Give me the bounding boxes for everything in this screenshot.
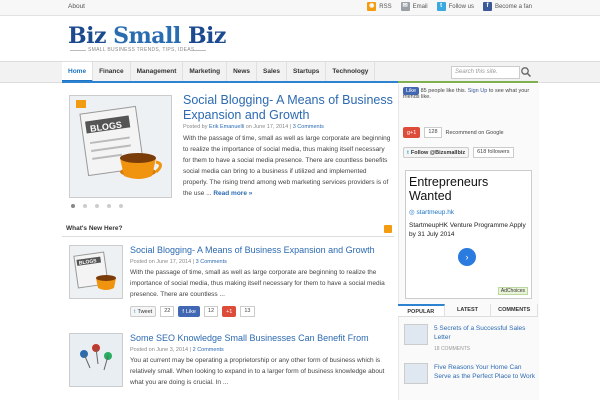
tweet-count: 22 (160, 306, 175, 317)
post-meta: Posted on June 17, 2014 | 3 Comments (130, 259, 227, 265)
nav-news[interactable]: News (227, 62, 258, 82)
follow-link[interactable]: t Follow us (436, 2, 474, 11)
sidebar-tabs: POPULAR LATEST COMMENTS (398, 304, 539, 317)
main-nav: Home Finance Management Marketing News S… (0, 61, 600, 83)
twitter-icon: t (407, 149, 409, 156)
top-bar: About ◉ RSS ✉ Email t Follow us f Become a f… (0, 0, 600, 16)
search-icon[interactable] (520, 66, 532, 78)
featured-meta: Posted by Erik Emanuelli on June 17, 201… (183, 124, 324, 130)
author-link[interactable]: Erik Emanuelli (209, 124, 244, 130)
like-button[interactable]: f Like (178, 306, 200, 317)
slider-dot[interactable] (83, 204, 87, 208)
site-header: Biz Small Biz SMALL BUSINESS TRENDS, TIP… (0, 16, 600, 61)
slider-dot[interactable] (107, 204, 111, 208)
tab-latest[interactable]: LATEST (445, 304, 492, 316)
facebook-widget: Like 85 people like this. Sign Up to see… (403, 87, 530, 100)
nav-sales[interactable]: Sales (257, 62, 288, 82)
post-title[interactable]: Some SEO Knowledge Small Businesses Can … (130, 333, 392, 343)
post-title[interactable]: Social Blogging- A Means of Business Exp… (130, 245, 392, 255)
about-link[interactable]: About (68, 3, 85, 10)
nav-technology[interactable]: Technology (326, 62, 376, 82)
nav-finance[interactable]: Finance (93, 62, 131, 82)
rss-icon[interactable] (384, 225, 392, 233)
search-input[interactable]: Search this site. (451, 66, 520, 79)
whats-new-header: What's New Here? (62, 222, 394, 237)
blogs-newspaper-icon: BLOGS (76, 100, 162, 179)
share-bar: t Tweet 22 f Like 12 +1 13 (130, 306, 255, 317)
slider-dot[interactable] (71, 204, 75, 208)
blogs-newspaper-icon: BLOGS (73, 251, 116, 290)
like-count: 12 (203, 306, 219, 317)
ad-url: ◎ startmeup.hk (409, 209, 455, 216)
fb-signup-link[interactable]: Sign Up (468, 88, 488, 94)
nav-marketing[interactable]: Marketing (183, 62, 228, 82)
popular-thumbnail[interactable] (404, 363, 428, 384)
globe-icon: ◎ (409, 209, 415, 216)
post-excerpt: With the passage of time, small as well … (130, 269, 385, 298)
ad-choices-badge[interactable]: AdChoices (497, 287, 528, 295)
slider-dots (71, 204, 123, 208)
read-more-link[interactable]: Read more » (213, 190, 252, 197)
facebook-icon: f (182, 308, 184, 315)
plus-count: 13 (240, 306, 255, 317)
popular-title[interactable]: Five Reasons Your Home Can Serve as the … (434, 363, 538, 381)
nav-underline (62, 81, 398, 83)
site-tagline: SMALL BUSINESS TRENDS, TIPS, IDEAS (88, 47, 195, 53)
email-link[interactable]: ✉ Email (400, 2, 428, 11)
facebook-icon: f (482, 2, 492, 11)
tweet-button[interactable]: t Tweet (130, 306, 157, 317)
comments-link[interactable]: 3 Comments (196, 259, 227, 265)
rss-link[interactable]: ◉ RSS (367, 2, 392, 11)
rss-icon: ◉ (367, 2, 377, 11)
ad-title: Entrepreneurs Wanted (409, 175, 489, 203)
twitter-follow-button[interactable]: t Follow @Bizsmallbiz (403, 147, 470, 158)
featured-image[interactable]: BLOGS (69, 95, 172, 198)
sidebar-underline (398, 81, 538, 83)
comments-link[interactable]: 2 Comments (193, 347, 224, 353)
nav-items: Home Finance Management Marketing News S… (62, 62, 376, 82)
nav-home[interactable]: Home (62, 62, 94, 82)
post-thumbnail[interactable] (69, 333, 123, 387)
tab-comments[interactable]: COMMENTS (491, 304, 539, 316)
slider-dot[interactable] (95, 204, 99, 208)
tagline-rule-left (70, 50, 86, 51)
popular-title[interactable]: 5 Secrets of a Successful Sales Letter (434, 324, 538, 342)
plus-one-button[interactable]: +1 (222, 306, 237, 317)
tab-popular[interactable]: POPULAR (398, 304, 445, 316)
gplus-button[interactable]: g+1 (403, 127, 421, 138)
arrow-right-icon[interactable]: › (458, 248, 476, 266)
post-meta: Posted on June 3, 2014 | 2 Comments (130, 347, 224, 353)
twitter-widget: t Follow @Bizsmallbiz 618 followers (403, 147, 537, 158)
ad-text: StartmeupHK Venture Programme Apply by 3… (409, 222, 526, 238)
post-excerpt: You at current may be operating a propri… (130, 357, 385, 386)
fan-link[interactable]: f Become a fan (482, 2, 532, 11)
gplus-count: 128 (424, 127, 442, 138)
slider-dot[interactable] (119, 204, 123, 208)
email-icon: ✉ (400, 2, 410, 11)
top-links: ◉ RSS ✉ Email t Follow us f Become a fan (367, 2, 532, 11)
twitter-icon: t (436, 2, 446, 11)
featured-excerpt: With the passage of time, small as well … (183, 135, 391, 197)
featured-title[interactable]: Social Blogging- A Means of Business Exp… (183, 93, 395, 123)
nav-startups[interactable]: Startups (287, 62, 327, 82)
section-title: What's New Here? (66, 225, 123, 232)
post-thumbnail[interactable]: BLOGS (69, 245, 123, 299)
nav-management[interactable]: Management (131, 62, 184, 82)
seo-pushpins-icon (70, 334, 122, 386)
comments-link[interactable]: 3 Comments (293, 124, 324, 130)
tagline-rule-right (190, 50, 206, 51)
twitter-icon: t (134, 308, 136, 315)
popular-thumbnail[interactable] (404, 324, 428, 345)
popular-count: 18 COMMENTS (434, 346, 471, 352)
site-logo[interactable]: Biz Small Biz (68, 23, 226, 49)
ad-banner[interactable]: Entrepreneurs Wanted ◎ startmeup.hk Star… (405, 170, 532, 299)
twitter-count: 618 followers (473, 147, 514, 158)
google-widget: g+1 128 Recommend on Google (403, 127, 537, 138)
